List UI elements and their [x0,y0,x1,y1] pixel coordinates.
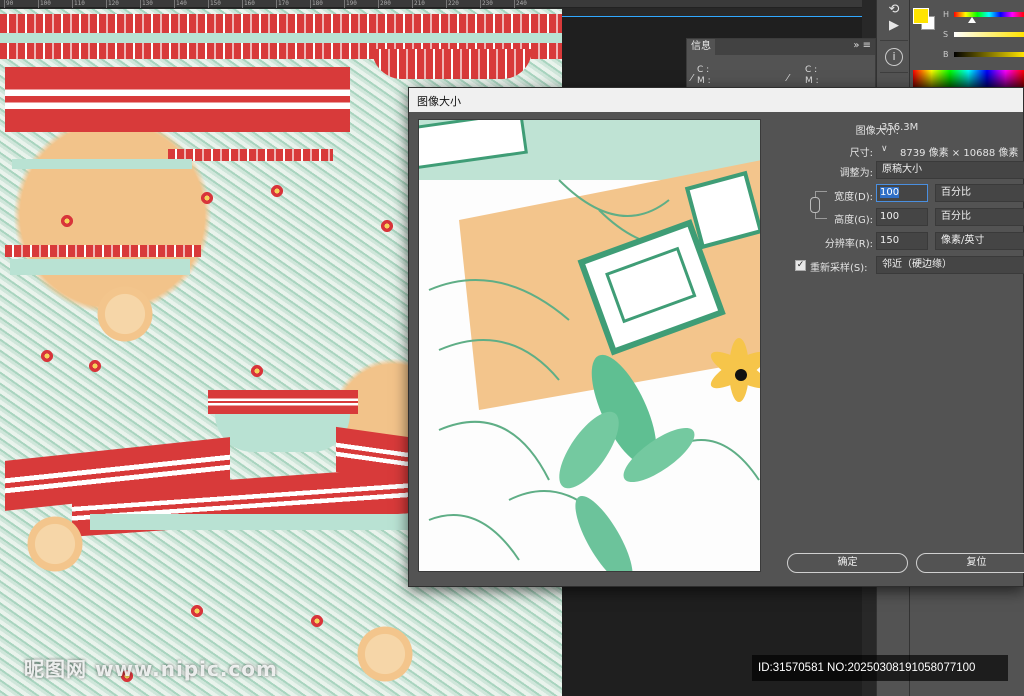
eyedropper-icon: ⁄ [691,73,693,84]
foreground-color-swatch[interactable] [913,8,929,24]
width-input[interactable]: 100 [876,184,928,202]
pattern-mint-band [12,159,192,169]
pattern-flower [88,359,102,373]
ruler-tick-label: 120 [106,0,119,8]
resolution-input[interactable]: 150 [876,232,928,250]
pattern-sun-motif [350,619,420,689]
brightness-label: B [943,50,949,59]
dimensions-label: 尺寸: [849,148,873,159]
ruler-tick-label: 240 [514,0,527,8]
ruler-tick-label: 220 [446,0,459,8]
pattern-stripe [168,149,333,161]
fit-to-label: 调整为: [839,168,873,179]
resample-checkbox[interactable]: ✓ [795,260,806,271]
hue-slider[interactable] [954,12,1024,23]
ruler-tick-label: 140 [174,0,187,8]
ruler-tick-label: 170 [276,0,289,8]
saturation-slider[interactable] [954,32,1024,37]
resolution-label: 分辨率(R): [824,239,873,250]
resample-method-select[interactable]: 邻近（硬边缘） [876,256,1024,274]
pattern-stripe [208,390,358,414]
toolbar-divider [880,40,908,41]
dialog-title: 图像大小 [417,95,461,108]
ruler-tick-label: 180 [310,0,323,8]
pattern-flower [310,614,324,628]
image-id-watermark: ID:31570581 NO:20250308191058077100 [752,655,1008,681]
ruler-tick-label: 90 [4,0,14,8]
dialog-titlebar[interactable]: 图像大小 [409,88,1023,112]
image-size-dialog: 图像大小 图像大小: 356.3M 尺寸: ∨ 8739 像素 × 10688 … [408,87,1024,587]
ruler-tick-label: 210 [412,0,425,8]
pattern-flower [380,219,394,233]
info-magenta-left: M : [697,76,711,86]
height-label: 高度(G): [834,215,873,226]
resolution-unit-select[interactable]: 像素/英寸 [935,232,1024,250]
eyedropper-icon: ⁄ [787,73,789,84]
width-value: 100 [880,187,900,198]
pattern-mint-band [90,514,410,530]
height-input[interactable]: 100 [876,208,928,226]
pattern-mint-band [0,33,562,43]
pattern-mint-band [10,259,190,275]
reset-button[interactable]: 复位 [916,553,1024,573]
pattern-sun-motif [90,279,160,349]
pattern-stripe [0,14,562,34]
info-magenta-right: M : [805,76,819,86]
chevron-down-icon[interactable]: ∨ [881,144,888,154]
fit-to-select[interactable]: 原稿大小 [876,161,1024,179]
ruler-tick-label: 110 [72,0,85,8]
pattern-flower [200,191,214,205]
pattern-stripe [5,245,201,257]
width-label: 宽度(D): [834,192,873,203]
image-size-value: 356.3M [881,122,919,133]
pattern-flower [60,214,74,228]
ruler-tick-label: 160 [242,0,255,8]
ruler-tick-label: 190 [344,0,357,8]
photoshop-window: 90 100 110 120 130 140 150 160 170 180 190 200 210 22… [0,0,1024,696]
info-panel-header [687,39,875,55]
preview-artwork [419,120,760,571]
toolbar-divider [880,72,908,73]
pattern-sun-motif [20,509,90,579]
height-unit-select[interactable]: 百分比 [935,208,1024,226]
info-icon[interactable]: i [885,48,903,66]
play-action-icon[interactable]: ▶ [883,16,905,36]
panel-menu-icon[interactable]: » ≡ [853,40,871,51]
slider-thumb[interactable] [968,17,976,23]
horizontal-ruler[interactable]: 90 100 110 120 130 140 150 160 170 180 190 200 210 22… [0,0,862,8]
info-cyan-right: C : [805,65,818,75]
pattern-flower [190,604,204,618]
pattern-flower [250,364,264,378]
pattern-stripe [372,49,532,79]
width-unit-select[interactable]: 百分比 [935,184,1024,202]
pattern-flower [270,184,284,198]
pattern-mint-band [215,414,350,452]
ruler-tick-label: 200 [378,0,391,8]
resample-label: 重新采样(S): [810,263,868,274]
ok-button[interactable]: 确定 [787,553,908,573]
ruler-tick-label: 130 [140,0,153,8]
info-cyan-left: C : [697,65,710,75]
ruler-tick-label: 150 [208,0,221,8]
nipic-watermark-logo: 昵图网 www.nipic.com [24,657,278,681]
pattern-flower [40,349,54,363]
dimensions-value: 8739 像素 × 10688 像素 [900,148,1019,159]
saturation-label: S [943,30,949,39]
ruler-tick-label: 100 [38,0,51,8]
brightness-slider[interactable] [954,52,1024,57]
info-panel-tab[interactable]: 信息 [687,39,715,55]
info-panel: 信息 » ≡ ⁄ C : M : ⁄ C : M : [686,38,876,90]
ruler-tick-label: 230 [480,0,493,8]
guide-line[interactable] [562,16,862,17]
hue-label: H [943,10,950,19]
pattern-stripe [5,67,350,132]
image-preview[interactable] [418,119,761,572]
